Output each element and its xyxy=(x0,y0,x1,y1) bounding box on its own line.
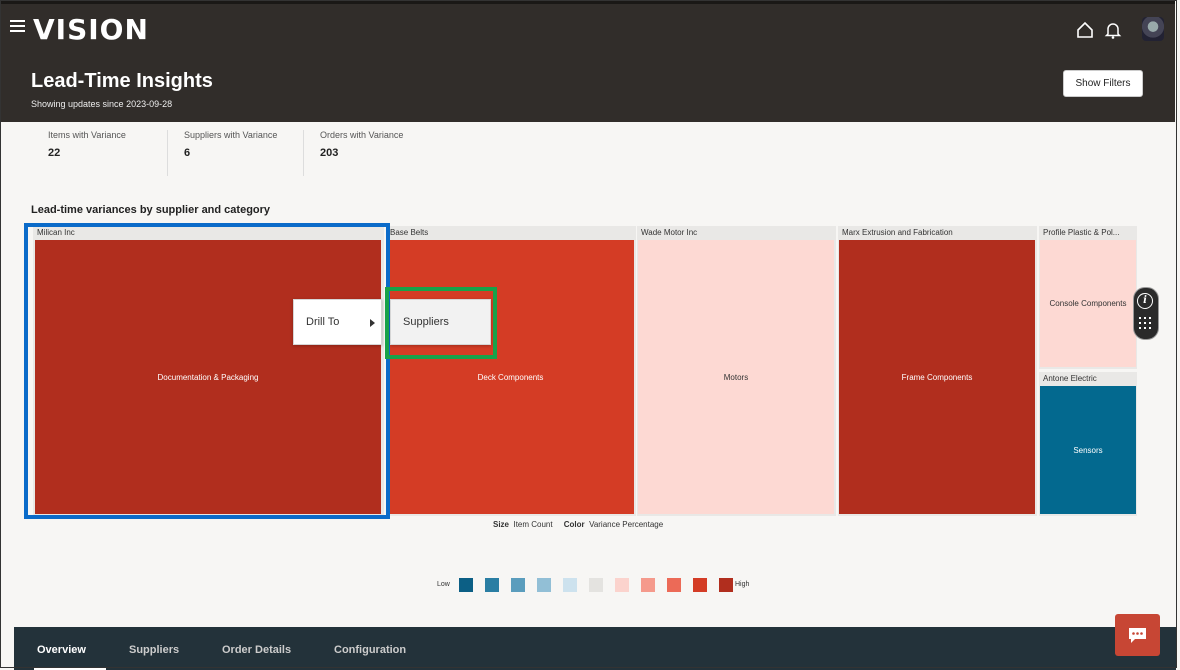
group-label: Milican Inc xyxy=(37,228,75,237)
treemap-cell-frame-components[interactable]: Frame Components xyxy=(839,240,1035,514)
show-filters-button[interactable]: Show Filters xyxy=(1063,70,1143,97)
metric-label: Items with Variance xyxy=(48,130,126,140)
app-header: VISION Lead-Time Insights Showing update… xyxy=(0,0,1175,122)
drill-to-label: Drill To xyxy=(306,316,340,328)
tab-order-details[interactable]: Order Details xyxy=(222,644,291,656)
cell-label: Sensors xyxy=(1073,445,1103,455)
bell-icon[interactable] xyxy=(1103,20,1123,40)
group-label: Wade Motor Inc xyxy=(641,228,698,237)
legend-swatch xyxy=(563,578,577,592)
treemap-group-profile-plastic[interactable]: Profile Plastic & Pol... Console Compone… xyxy=(1039,226,1137,369)
treemap-cell-sensors[interactable]: Sensors xyxy=(1040,386,1136,514)
color-key-label: Color xyxy=(563,520,585,529)
legend-swatch xyxy=(641,578,655,592)
legend-swatch xyxy=(485,578,499,592)
cell-label: Documentation & Packaging xyxy=(157,372,259,382)
metric-label: Orders with Variance xyxy=(320,130,404,140)
legend-swatch xyxy=(693,578,707,592)
legend-swatch xyxy=(719,578,733,592)
treemap-cell-deck-components[interactable]: Deck Components xyxy=(387,240,634,514)
hamburger-icon[interactable] xyxy=(10,20,25,34)
cell-label: Motors xyxy=(723,372,749,382)
cell-label: Console Components xyxy=(1049,299,1127,308)
submenu-item-suppliers[interactable]: Suppliers xyxy=(390,299,491,345)
size-key-value: Item Count xyxy=(513,520,553,529)
metric-orders-with-variance: Orders with Variance 203 xyxy=(320,130,403,176)
treemap-group-milican[interactable]: Milican Inc Documentation & Packaging xyxy=(33,226,384,516)
treemap-group-antone-electric[interactable]: Antone Electric Sensors xyxy=(1039,372,1137,516)
tab-suppliers[interactable]: Suppliers xyxy=(129,644,179,656)
legend-low-label: Low xyxy=(437,581,450,588)
treemap-cell-console-components[interactable]: Console Components xyxy=(1040,240,1136,367)
size-key-label: Size xyxy=(493,520,510,529)
chevron-right-icon xyxy=(370,319,375,327)
legend-swatch xyxy=(615,578,629,592)
info-icon[interactable]: i xyxy=(1137,293,1153,309)
metric-suppliers-with-variance: Suppliers with Variance 6 xyxy=(184,130,277,176)
legend-swatch xyxy=(589,578,603,592)
metric-divider xyxy=(303,130,304,176)
tab-configuration[interactable]: Configuration xyxy=(334,644,406,656)
avatar[interactable] xyxy=(1142,17,1164,41)
cell-label: Deck Components xyxy=(477,372,544,382)
color-key-value: Variance Percentage xyxy=(589,520,664,529)
treemap-size-color-key: Size Item Count Color Variance Percentag… xyxy=(493,520,663,529)
legend-swatch xyxy=(511,578,525,592)
group-label: Profile Plastic & Pol... xyxy=(1043,228,1120,237)
grid-dots-icon[interactable] xyxy=(1139,317,1153,331)
cell-label: Frame Components xyxy=(901,372,973,382)
treemap-group-base-belts[interactable]: Base Belts Deck Components xyxy=(386,226,636,516)
legend-swatch xyxy=(459,578,473,592)
metric-value: 203 xyxy=(320,147,339,159)
group-label: Antone Electric xyxy=(1043,374,1097,383)
tab-overview[interactable]: Overview xyxy=(37,644,86,656)
context-menu-drill-to[interactable]: Drill To xyxy=(293,299,382,345)
suppliers-menu-label: Suppliers xyxy=(403,316,449,328)
group-label: Marx Extrusion and Fabrication xyxy=(842,228,953,237)
legend-high-label: High xyxy=(735,581,750,588)
metric-value: 22 xyxy=(48,147,61,159)
treemap-title: Lead-time variances by supplier and cate… xyxy=(31,204,271,216)
legend-swatch xyxy=(537,578,551,592)
treemap-group-wade-motor[interactable]: Wade Motor Inc Motors xyxy=(637,226,836,516)
metric-divider xyxy=(167,130,168,176)
legend-swatch xyxy=(667,578,681,592)
group-label: Base Belts xyxy=(390,228,429,237)
bottom-nav: Overview Suppliers Order Details Configu… xyxy=(14,627,1176,670)
metric-value: 6 xyxy=(184,147,191,159)
floating-toolbar: i xyxy=(1133,287,1159,340)
chat-button[interactable] xyxy=(1115,614,1160,656)
treemap-cell-documentation-packaging[interactable]: Documentation & Packaging xyxy=(35,240,381,514)
home-icon[interactable] xyxy=(1075,20,1095,40)
chat-icon xyxy=(1129,628,1146,643)
page-title: Lead-Time Insights xyxy=(31,70,213,92)
page-subtitle: Showing updates since 2023-09-28 xyxy=(31,99,173,109)
treemap-group-marx-extrusion[interactable]: Marx Extrusion and Fabrication Frame Com… xyxy=(838,226,1037,516)
treemap-cell-motors[interactable]: Motors xyxy=(638,240,834,514)
metric-items-with-variance: Items with Variance 22 xyxy=(48,130,126,176)
metric-label: Suppliers with Variance xyxy=(184,130,278,140)
app-logo: VISION xyxy=(33,13,149,46)
